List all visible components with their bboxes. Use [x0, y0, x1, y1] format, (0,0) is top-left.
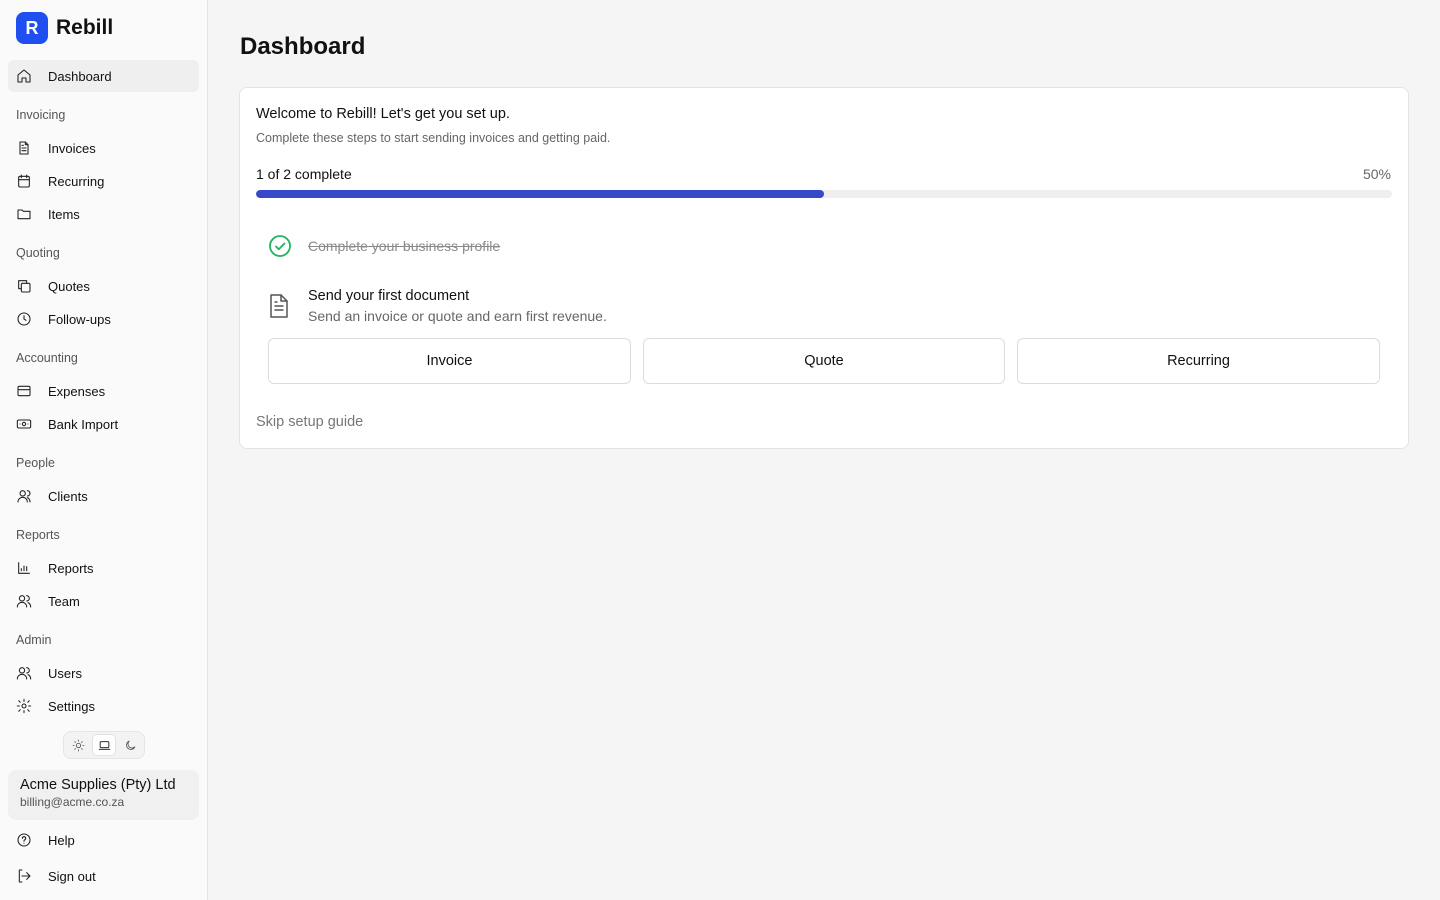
sidebar-item-label: Sign out — [48, 868, 96, 884]
create-quote-button[interactable]: Quote — [643, 338, 1005, 384]
laptop-icon — [98, 740, 110, 750]
account-email: billing@acme.co.za — [20, 795, 125, 809]
credit-card-icon — [16, 383, 32, 399]
progress-percent: 50% — [1362, 166, 1391, 182]
group-label-admin: Admin — [16, 633, 52, 647]
sidebar-item-help[interactable]: Help — [8, 824, 199, 856]
sidebar-item-label: Dashboard — [48, 68, 112, 84]
sidebar-item-label: Quotes — [48, 278, 90, 294]
sidebar-item-label: Help — [48, 832, 75, 848]
sidebar-item-invoices[interactable]: Invoices — [8, 132, 199, 164]
sidebar-item-reports[interactable]: Reports — [8, 552, 199, 584]
page-title: Dashboard — [240, 33, 366, 60]
user-icon — [16, 488, 32, 504]
sidebar-item-label: Team — [48, 593, 80, 609]
clock-icon — [16, 311, 32, 327]
file-text-icon — [268, 293, 292, 319]
home-icon — [16, 68, 32, 84]
group-label-invoicing: Invoicing — [16, 108, 66, 122]
sidebar-item-label: Follow-ups — [48, 311, 111, 327]
step-send-document-title: Send your first document — [308, 288, 470, 304]
sidebar-item-label: Reports — [48, 560, 94, 576]
progress-label: 1 of 2 complete — [256, 166, 352, 182]
folder-icon — [16, 206, 32, 222]
brand-name: Rebill — [56, 16, 114, 39]
theme-system-button[interactable] — [92, 734, 116, 756]
bar-chart-icon — [16, 560, 32, 576]
sidebar-item-settings[interactable]: Settings — [8, 690, 199, 722]
account-name: Acme Supplies (Pty) Ltd — [20, 777, 176, 793]
sidebar-item-label: Bank Import — [48, 416, 119, 432]
sidebar-item-items[interactable]: Items — [8, 198, 199, 230]
sidebar-item-label: Users — [48, 665, 82, 681]
theme-light-button[interactable] — [66, 734, 90, 756]
help-circle-icon — [16, 832, 32, 848]
create-invoice-button[interactable]: Invoice — [268, 338, 631, 384]
sidebar-item-quotes[interactable]: Quotes — [8, 270, 199, 302]
check-circle-icon — [268, 234, 292, 258]
sidebar-item-followups[interactable]: Follow-ups — [8, 303, 199, 335]
sidebar-item-clients[interactable]: Clients — [8, 480, 199, 512]
group-label-reports: Reports — [16, 528, 60, 542]
group-label-accounting: Accounting — [16, 351, 78, 365]
users-icon — [16, 665, 32, 681]
sidebar-item-label: Clients — [48, 488, 88, 504]
brand[interactable]: R Rebill — [16, 12, 113, 44]
sidebar-item-signout[interactable]: Sign out — [8, 860, 199, 892]
progress-bar-fill — [256, 190, 824, 198]
sidebar-item-label: Items — [48, 206, 80, 222]
sidebar: R Rebill Dashboard Invoicing Invoices Re… — [0, 0, 208, 900]
sidebar-item-bank-import[interactable]: Bank Import — [8, 408, 199, 440]
gear-icon — [16, 698, 32, 714]
sidebar-item-users[interactable]: Users — [8, 657, 199, 689]
group-label-quoting: Quoting — [16, 246, 60, 260]
copy-icon — [16, 278, 32, 294]
group-label-people: People — [16, 456, 55, 470]
sidebar-item-dashboard[interactable]: Dashboard — [8, 60, 199, 92]
setup-title: Welcome to Rebill! Let's get you set up. — [256, 106, 510, 122]
calendar-icon — [16, 173, 32, 189]
account-switcher[interactable]: Acme Supplies (Pty) Ltd billing@acme.co.… — [8, 770, 199, 820]
users-icon — [16, 593, 32, 609]
theme-dark-button[interactable] — [118, 734, 142, 756]
progress-bar — [256, 190, 1392, 198]
sidebar-item-label: Settings — [48, 698, 95, 714]
step-send-document-subtitle: Send an invoice or quote and earn first … — [308, 308, 607, 324]
banknote-icon — [16, 416, 32, 432]
sidebar-item-label: Recurring — [48, 173, 105, 189]
sidebar-item-expenses[interactable]: Expenses — [8, 375, 199, 407]
moon-icon — [125, 740, 135, 750]
sidebar-item-label: Expenses — [48, 383, 106, 399]
sidebar-item-label: Invoices — [48, 140, 96, 156]
sidebar-item-team[interactable]: Team — [8, 585, 199, 617]
theme-toggle — [63, 731, 145, 759]
step-business-profile[interactable]: Complete your business profile — [308, 238, 500, 254]
sun-icon — [72, 739, 84, 751]
brand-logo: R — [16, 12, 48, 44]
sidebar-item-recurring[interactable]: Recurring — [8, 165, 199, 197]
log-out-icon — [16, 868, 32, 884]
setup-guide-card: Welcome to Rebill! Let's get you set up.… — [239, 87, 1409, 449]
create-recurring-button[interactable]: Recurring — [1017, 338, 1380, 384]
file-text-icon — [16, 140, 32, 156]
skip-setup-link[interactable]: Skip setup guide — [256, 414, 363, 430]
setup-subtitle: Complete these steps to start sending in… — [256, 131, 611, 145]
